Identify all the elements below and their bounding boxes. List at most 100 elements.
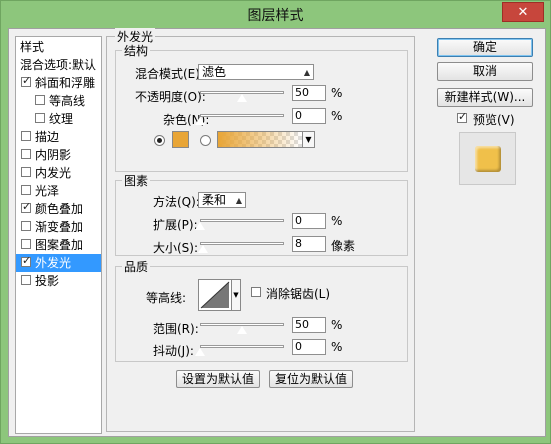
jitter-slider[interactable] [200,345,284,348]
spread-unit: % [331,214,343,228]
blend-options-item[interactable]: 混合选项:默认 [16,56,101,74]
noise-unit: % [331,109,343,123]
opacity-slider-handle[interactable] [236,93,248,103]
blend-mode-label: 混合模式(E): [135,67,204,81]
spread-slider-handle[interactable] [194,221,206,231]
layer-style-dialog: 图层样式 ✕ 样式 混合选项:默认 ✓ 斜面和浮雕 等高线 纹理 描边 内阴影 内发光 光泽 ✓… [0,0,551,444]
style-checkbox[interactable]: ✓ [21,75,31,87]
size-slider[interactable] [200,242,284,245]
noise-slider-handle[interactable] [194,116,206,126]
cancel-button[interactable]: 取消 [437,62,533,81]
style-item-label: 光泽 [35,184,60,198]
close-button[interactable]: ✕ [502,2,544,22]
solid-color-radio[interactable] [154,135,165,146]
jitter-slider-handle[interactable] [194,347,206,357]
opacity-input[interactable]: 50 [292,85,326,101]
style-item[interactable]: 内阴影 [16,146,101,164]
dialog-body: 样式 混合选项:默认 ✓ 斜面和浮雕 等高线 纹理 描边 内阴影 内发光 光泽 ✓ 颜色叠加 渐变叠… [8,28,546,437]
size-slider-handle[interactable] [196,244,209,254]
check-icon: ✓ [458,110,468,123]
reset-default-button[interactable]: 复位为默认值 [269,370,353,388]
antialias-checkbox[interactable] [251,287,261,297]
style-item[interactable]: 光泽 [16,182,101,200]
style-checkbox[interactable] [35,113,45,123]
jitter-label: 抖动(J): [153,344,194,358]
make-default-button[interactable]: 设置为默认值 [176,370,260,388]
updown-arrow-icon: ▲ [235,196,242,205]
elements-title: 图素 [122,172,151,189]
preview-checkbox[interactable]: ✓ [457,110,468,123]
check-icon: ✓ [22,254,32,267]
style-item-label: 等高线 [49,94,86,108]
range-slider-handle[interactable] [236,325,248,335]
contour-picker[interactable] [198,279,232,311]
jitter-unit: % [331,340,343,354]
style-checkbox[interactable] [21,221,31,231]
jitter-input[interactable]: 0 [292,339,326,355]
noise-slider[interactable] [200,114,284,117]
style-item[interactable]: 渐变叠加 [16,218,101,236]
noise-input[interactable]: 0 [292,108,326,124]
opacity-label: 不透明度(O): [135,90,206,104]
style-item[interactable]: 内发光 [16,164,101,182]
style-checkbox[interactable]: ✓ [21,200,32,213]
new-style-button[interactable]: 新建样式(W)... [437,88,533,107]
style-item[interactable]: 描边 [16,128,101,146]
contour-dropdown-arrow-icon[interactable]: ▼ [232,279,241,311]
styles-header[interactable]: 样式 [16,38,101,56]
style-item-label: 投影 [35,274,60,288]
style-item-label: 外发光 [35,256,72,270]
style-checkbox[interactable] [21,185,31,195]
structure-group: 结构 混合模式(E): 滤色 ▲ 不透明度(O): 50 % 杂色(N): 0 … [115,42,408,172]
technique-label: 方法(Q): [153,195,200,209]
style-item-label: 描边 [35,130,60,144]
gradient-radio[interactable] [200,135,211,146]
range-label: 范围(R): [153,322,199,336]
style-item[interactable]: 等高线 [16,92,101,110]
structure-title: 结构 [122,42,151,59]
style-item[interactable]: ✓ 颜色叠加 [16,200,101,218]
technique-value: 柔和 [202,193,227,207]
preview-box [459,132,516,185]
style-item[interactable]: 纹理 [16,110,101,128]
technique-select[interactable]: 柔和 ▲ [198,192,246,208]
style-checkbox[interactable] [35,95,45,105]
style-item[interactable]: 投影 [16,272,101,290]
style-checkbox[interactable]: ✓ [21,254,32,267]
antialias-label: 消除锯齿(L) [266,287,331,301]
quality-group: 品质 等高线: ▼ 消除锯齿(L) 范围(R): 50 % 抖动(J): 0 % [115,258,408,362]
window-title: 图层样式 [247,8,304,24]
check-icon: ✓ [22,200,32,213]
preview-label: 预览(V) [473,113,515,127]
size-label: 大小(S): [153,241,199,255]
style-checkbox[interactable] [21,275,31,285]
style-checkbox[interactable] [21,239,31,249]
range-unit: % [331,318,343,332]
gradient-dropdown-arrow-icon[interactable]: ▼ [303,131,315,148]
blend-mode-select[interactable]: 滤色 ▲ [198,64,314,80]
glow-color-swatch[interactable] [172,131,189,148]
size-input[interactable]: 8 [292,236,326,252]
spread-input[interactable]: 0 [292,213,326,229]
updown-arrow-icon: ▲ [303,68,310,77]
style-checkbox[interactable] [21,149,31,159]
style-checkbox[interactable] [21,167,31,177]
style-checkbox[interactable] [21,131,31,141]
opacity-unit: % [331,86,343,100]
style-item[interactable]: 图案叠加 [16,236,101,254]
style-item[interactable]: ✓ 斜面和浮雕 [16,74,101,92]
blend-mode-value: 滤色 [202,65,227,79]
glow-gradient-picker[interactable] [217,131,303,148]
ok-button[interactable]: 确定 [437,38,533,57]
style-item[interactable]: ✓ 外发光 [16,254,101,272]
style-item-label: 颜色叠加 [35,202,84,216]
style-item-label: 斜面和浮雕 [35,76,96,90]
title-bar[interactable]: 图层样式 ✕ [1,1,550,27]
preview-swatch [475,146,501,172]
style-item-label: 纹理 [49,112,74,126]
spread-slider[interactable] [200,219,284,222]
style-item-label: 渐变叠加 [35,220,84,234]
style-item-label: 内发光 [35,166,72,180]
range-input[interactable]: 50 [292,317,326,333]
quality-title: 品质 [122,258,151,275]
